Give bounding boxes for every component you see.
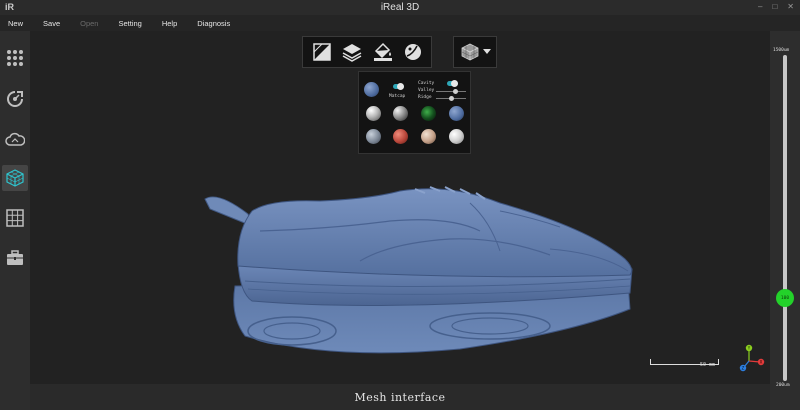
status-bar: Mesh interface <box>30 384 770 410</box>
scan-rotate-button[interactable] <box>2 86 28 112</box>
menu-new[interactable]: New <box>8 19 23 28</box>
menu-open: Open <box>80 18 99 28</box>
maximize-button[interactable]: □ <box>772 2 777 11</box>
grid-dots-icon <box>7 50 23 66</box>
x-axis-label: X <box>760 360 763 365</box>
left-toolbar <box>0 31 30 410</box>
resolution-slider-track[interactable] <box>783 55 787 381</box>
axis-gizmo: Y X Z <box>739 344 765 372</box>
toolbox-button[interactable] <box>2 245 28 271</box>
window-title: iReal 3D <box>380 2 420 13</box>
mode-caption: Mesh interface <box>354 390 446 404</box>
y-axis-label: Y <box>747 346 751 351</box>
z-axis-label: Z <box>742 366 745 371</box>
right-slider-panel: 1500um 100 200um <box>770 31 800 410</box>
minimize-button[interactable]: – <box>758 2 762 11</box>
close-button[interactable]: ✕ <box>787 2 794 11</box>
window-controls: – □ ✕ <box>758 2 794 11</box>
scale-bar-label: 50 mm <box>700 362 716 368</box>
cloud-icon <box>5 132 25 146</box>
cloud-button[interactable] <box>2 127 28 153</box>
menu-save[interactable]: Save <box>43 19 60 28</box>
resolution-slider-handle[interactable]: 100 <box>776 289 794 307</box>
mesh-cube-icon <box>6 169 24 187</box>
menu-help[interactable]: Help <box>162 19 177 28</box>
resolution-slider-value: 100 <box>780 295 790 301</box>
menu-bar: New Save Open Setting Help Diagnosis <box>0 15 800 31</box>
menu-setting[interactable]: Setting <box>118 19 141 28</box>
slider-min-label: 200um <box>776 383 790 388</box>
grid-dots-button[interactable] <box>2 45 28 71</box>
shoe-mesh-model[interactable] <box>30 31 770 384</box>
title-bar: iR iReal 3D – □ ✕ <box>0 0 800 15</box>
mesh-cube-button[interactable] <box>2 165 28 191</box>
menu-diagnosis[interactable]: Diagnosis <box>197 19 230 28</box>
toolbox-icon <box>7 250 23 265</box>
3d-viewport[interactable]: Matcap Cavity Valley Ridge 50 mm Y X Z <box>30 31 770 384</box>
slider-max-label: 1500um <box>773 48 790 53</box>
scan-rotate-icon <box>7 91 23 107</box>
table-grid-button[interactable] <box>2 205 28 231</box>
table-grid-icon <box>6 209 24 227</box>
